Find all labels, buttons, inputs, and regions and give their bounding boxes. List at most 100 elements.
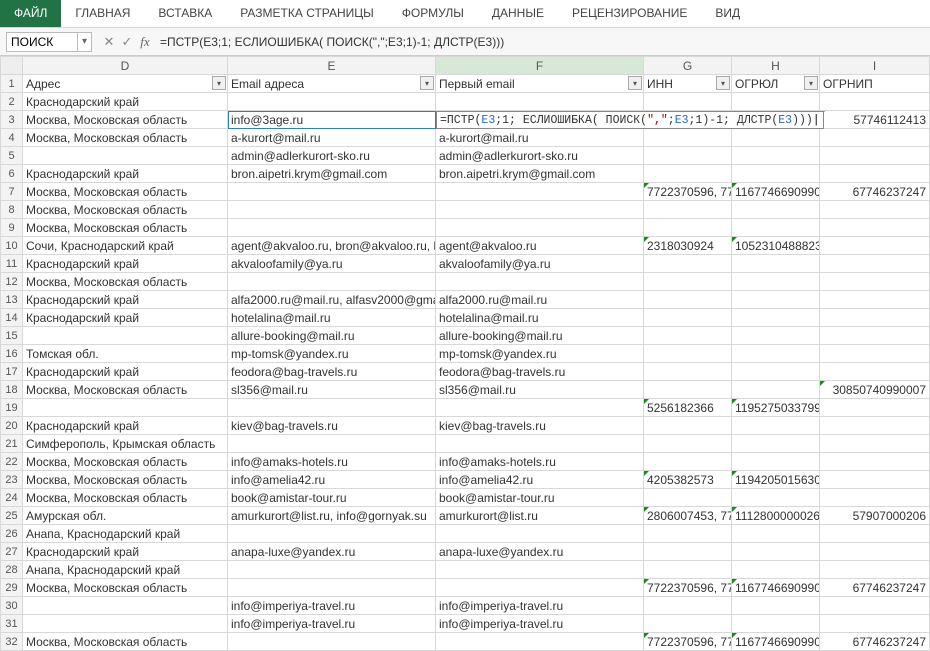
file-tab[interactable]: ФАЙЛ	[0, 0, 61, 27]
cell-H12[interactable]	[732, 273, 820, 291]
cell-G4[interactable]	[644, 129, 732, 147]
cell-D31[interactable]	[23, 615, 228, 633]
cell-E19[interactable]	[228, 399, 436, 417]
cell-F2[interactable]	[436, 93, 644, 111]
rowhdr[interactable]: 9	[1, 219, 23, 237]
cell-E14[interactable]: hotelalina@mail.ru	[228, 309, 436, 327]
cell-G6[interactable]	[644, 165, 732, 183]
cell-H5[interactable]	[732, 147, 820, 165]
cell-G2[interactable]	[644, 93, 732, 111]
cell-G31[interactable]	[644, 615, 732, 633]
tab-formulas[interactable]: ФОРМУЛЫ	[388, 0, 478, 27]
cell-G13[interactable]	[644, 291, 732, 309]
cell-G14[interactable]	[644, 309, 732, 327]
cell-F10[interactable]: agent@akvaloo.ru	[436, 237, 644, 255]
cell-F14[interactable]: hotelalina@mail.ru	[436, 309, 644, 327]
rowhdr[interactable]: 18	[1, 381, 23, 399]
cell-I17[interactable]	[820, 363, 930, 381]
cell-G8[interactable]	[644, 201, 732, 219]
cell-H23[interactable]: 1194205015630	[732, 471, 820, 489]
cell-G26[interactable]	[644, 525, 732, 543]
cell-I14[interactable]	[820, 309, 930, 327]
cell-H19[interactable]: 1195275033799	[732, 399, 820, 417]
cell-D6[interactable]: Краснодарский край	[23, 165, 228, 183]
cell-E6[interactable]: bron.aipetri.krym@gmail.com	[228, 165, 436, 183]
cell-E25[interactable]: amurkurort@list.ru, info@gornyak.su	[228, 507, 436, 525]
cell-I29[interactable]: 67746237247	[820, 579, 930, 597]
cell-E21[interactable]	[228, 435, 436, 453]
filter-dropdown-icon[interactable]: ▾	[628, 76, 642, 90]
cell-F17[interactable]: feodora@bag-travels.ru	[436, 363, 644, 381]
cell-E12[interactable]	[228, 273, 436, 291]
cell-E3[interactable]: info@3age.ru	[228, 111, 436, 129]
rowhdr[interactable]: 21	[1, 435, 23, 453]
cell-G20[interactable]	[644, 417, 732, 435]
cell-F26[interactable]	[436, 525, 644, 543]
cell-I4[interactable]	[820, 129, 930, 147]
table-header-G[interactable]: ИНН▾	[644, 75, 732, 93]
cell-G30[interactable]	[644, 597, 732, 615]
cell-I9[interactable]	[820, 219, 930, 237]
cancel-icon[interactable]: ✕	[100, 34, 118, 50]
cell-H18[interactable]	[732, 381, 820, 399]
cell-F25[interactable]: amurkurort@list.ru	[436, 507, 644, 525]
rowhdr[interactable]: 7	[1, 183, 23, 201]
cell-I25[interactable]: 57907000206	[820, 507, 930, 525]
cell-D26[interactable]: Анапа, Краснодарский край	[23, 525, 228, 543]
filter-dropdown-icon[interactable]: ▾	[420, 76, 434, 90]
cell-E17[interactable]: feodora@bag-travels.ru	[228, 363, 436, 381]
cell-I18[interactable]: 30850740990007	[820, 381, 930, 399]
name-box[interactable]	[6, 32, 78, 52]
select-all-corner[interactable]	[1, 57, 23, 75]
rowhdr[interactable]: 31	[1, 615, 23, 633]
rowhdr[interactable]: 12	[1, 273, 23, 291]
cell-H8[interactable]	[732, 201, 820, 219]
cell-I16[interactable]	[820, 345, 930, 363]
cell-H13[interactable]	[732, 291, 820, 309]
cell-D14[interactable]: Краснодарский край	[23, 309, 228, 327]
filter-dropdown-icon[interactable]: ▾	[716, 76, 730, 90]
cell-D17[interactable]: Краснодарский край	[23, 363, 228, 381]
rowhdr[interactable]: 14	[1, 309, 23, 327]
tab-home[interactable]: ГЛАВНАЯ	[61, 0, 144, 27]
rowhdr[interactable]: 3	[1, 111, 23, 129]
fx-icon[interactable]: fx	[136, 34, 154, 50]
cell-D2[interactable]: Краснодарский край	[23, 93, 228, 111]
cell-E20[interactable]: kiev@bag-travels.ru	[228, 417, 436, 435]
colhdr-F[interactable]: F	[436, 57, 644, 75]
cell-G22[interactable]	[644, 453, 732, 471]
cell-I26[interactable]	[820, 525, 930, 543]
cell-D21[interactable]: Симферополь, Крымская область	[23, 435, 228, 453]
cell-E31[interactable]: info@imperiya-travel.ru	[228, 615, 436, 633]
cell-G28[interactable]	[644, 561, 732, 579]
cell-I11[interactable]	[820, 255, 930, 273]
cell-I7[interactable]: 67746237247	[820, 183, 930, 201]
rowhdr[interactable]: 16	[1, 345, 23, 363]
cell-G17[interactable]	[644, 363, 732, 381]
cell-H7[interactable]: 1167746690990, 51	[732, 183, 820, 201]
cell-G32[interactable]: 7722370596, 7722	[644, 633, 732, 651]
cell-D15[interactable]	[23, 327, 228, 345]
rowhdr[interactable]: 4	[1, 129, 23, 147]
cell-E11[interactable]: akvaloofamily@ya.ru	[228, 255, 436, 273]
cell-I2[interactable]	[820, 93, 930, 111]
cell-G11[interactable]	[644, 255, 732, 273]
tab-insert[interactable]: ВСТАВКА	[144, 0, 226, 27]
cell-E18[interactable]: sl356@mail.ru	[228, 381, 436, 399]
formula-bar-input[interactable]	[154, 32, 930, 52]
cell-E32[interactable]	[228, 633, 436, 651]
cell-F22[interactable]: info@amaks-hotels.ru	[436, 453, 644, 471]
cell-D27[interactable]: Краснодарский край	[23, 543, 228, 561]
cell-I10[interactable]	[820, 237, 930, 255]
cell-H15[interactable]	[732, 327, 820, 345]
cell-G27[interactable]	[644, 543, 732, 561]
cell-H4[interactable]	[732, 129, 820, 147]
cell-D10[interactable]: Сочи, Краснодарский край	[23, 237, 228, 255]
cell-F5[interactable]: admin@adlerkurort-sko.ru	[436, 147, 644, 165]
cell-D12[interactable]: Москва, Московская область	[23, 273, 228, 291]
cell-I32[interactable]: 67746237247	[820, 633, 930, 651]
cell-F12[interactable]	[436, 273, 644, 291]
cell-I15[interactable]	[820, 327, 930, 345]
rowhdr[interactable]: 2	[1, 93, 23, 111]
cell-F9[interactable]	[436, 219, 644, 237]
